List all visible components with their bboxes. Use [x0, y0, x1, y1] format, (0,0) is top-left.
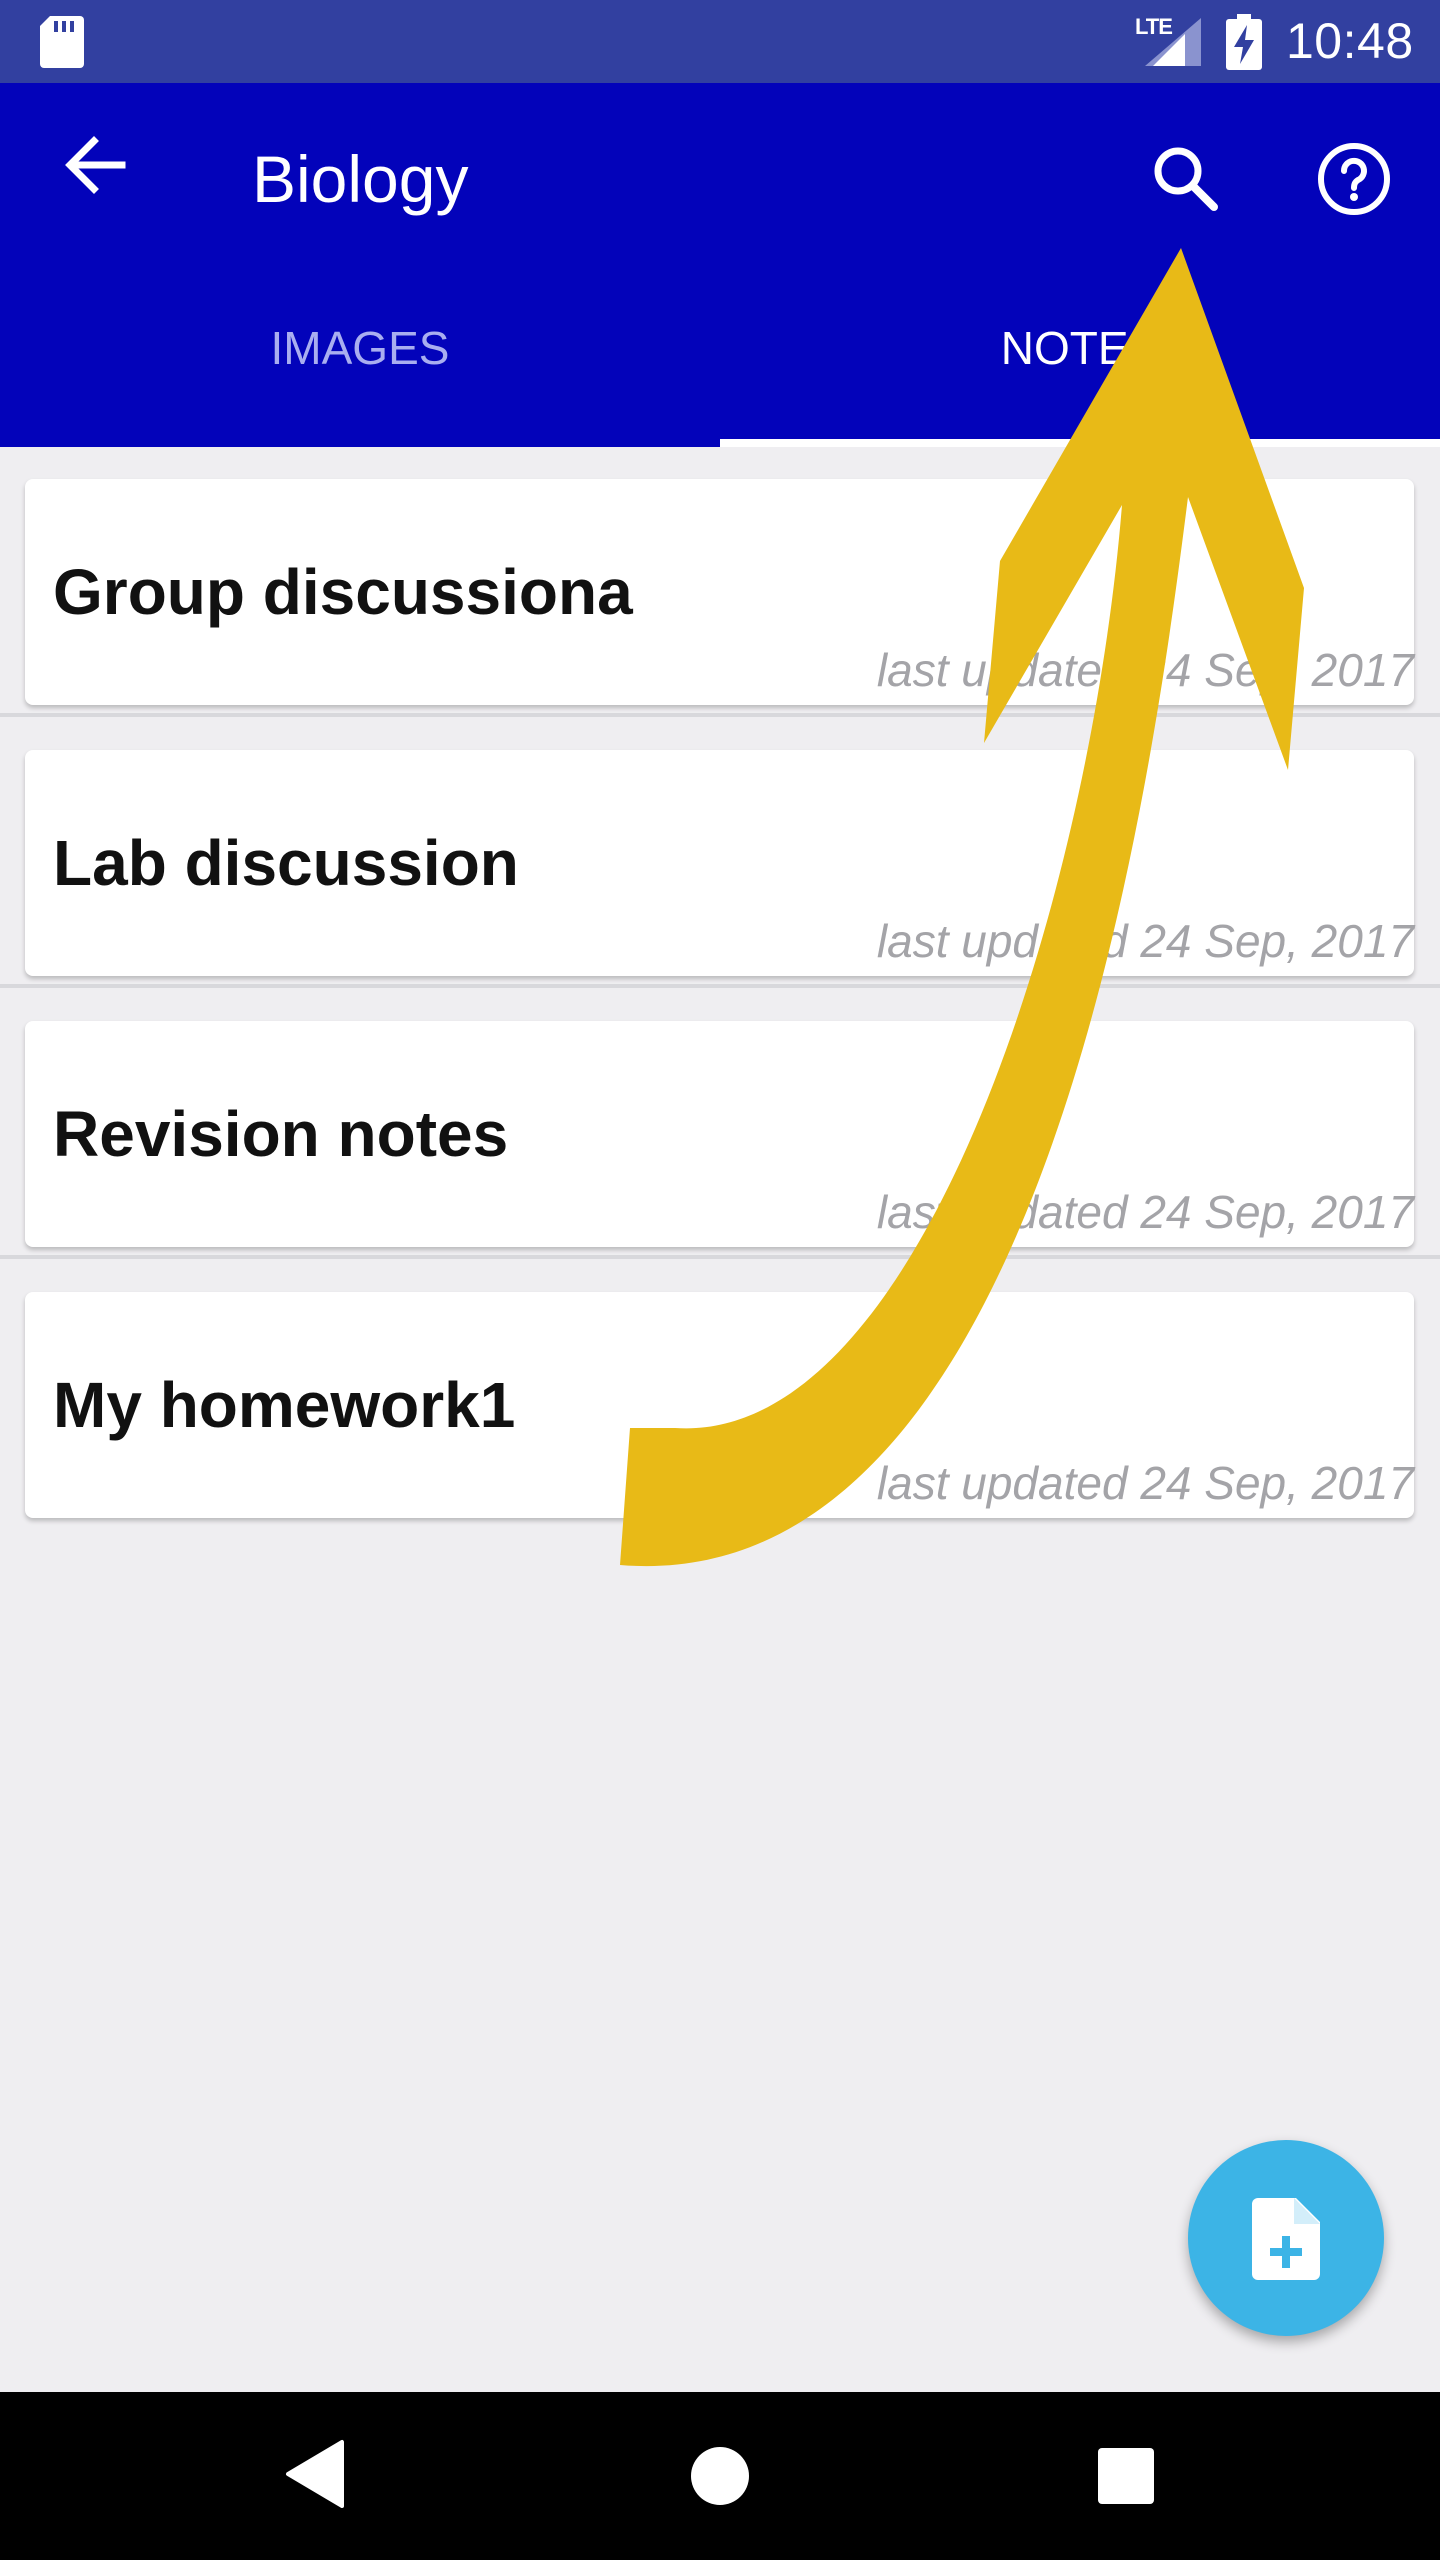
note-updated: last updated 24 Sep, 2017	[876, 644, 1414, 696]
nav-recents-icon[interactable]	[1098, 2448, 1154, 2504]
tab-images[interactable]: IMAGES	[0, 313, 720, 447]
battery-charging-icon	[1226, 14, 1262, 70]
tab-notes-label: NOTES	[1000, 322, 1160, 374]
clock: 10:48	[1286, 13, 1414, 69]
search-icon[interactable]	[1148, 141, 1224, 217]
note-card[interactable]: Lab discussion last updated 24 Sep, 2017	[25, 750, 1414, 976]
add-note-icon	[1252, 2198, 1320, 2280]
nav-home-icon[interactable]	[690, 2446, 750, 2506]
add-note-button[interactable]	[1188, 2140, 1384, 2336]
page-title: Biology	[252, 142, 469, 216]
note-updated: last updated 24 Sep, 2017	[876, 915, 1414, 967]
status-bar: LTE 10:48	[0, 0, 1440, 83]
signal-icon	[1145, 18, 1201, 66]
note-card[interactable]: My homework1 last updated 24 Sep, 2017	[25, 1292, 1414, 1518]
note-card[interactable]: Revision notes last updated 24 Sep, 2017	[25, 1021, 1414, 1247]
navigation-bar	[0, 2392, 1440, 2560]
note-updated: last updated 24 Sep, 2017	[876, 1186, 1414, 1238]
list-item: Lab discussion last updated 24 Sep, 2017	[0, 718, 1440, 988]
list-item: Group discussiona last updated 24 Sep, 2…	[0, 447, 1440, 717]
back-arrow-icon[interactable]	[56, 125, 136, 205]
note-title: My homework1	[53, 1369, 516, 1441]
list-item: Revision notes last updated 24 Sep, 2017	[0, 989, 1440, 1259]
note-title: Revision notes	[53, 1098, 509, 1170]
nav-back-icon[interactable]	[284, 2438, 344, 2510]
note-updated: last updated 24 Sep, 2017	[876, 1457, 1414, 1509]
sd-card-icon	[40, 16, 84, 68]
app-bar: Biology IMAGES NOTES	[0, 83, 1440, 447]
note-card[interactable]: Group discussiona last updated 24 Sep, 2…	[25, 479, 1414, 705]
list-item: My homework1 last updated 24 Sep, 2017	[0, 1260, 1440, 1530]
note-title: Lab discussion	[53, 827, 519, 899]
tab-images-label: IMAGES	[270, 322, 450, 374]
help-icon[interactable]	[1316, 141, 1392, 217]
tab-notes[interactable]: NOTES	[720, 313, 1440, 447]
note-title: Group discussiona	[53, 556, 633, 628]
tab-selected-indicator	[720, 439, 1440, 447]
